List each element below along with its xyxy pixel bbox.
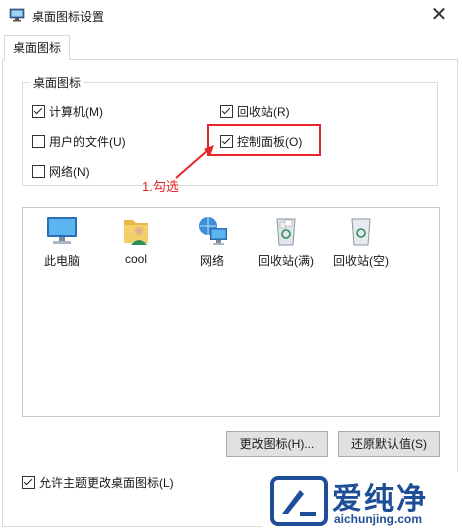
- change-icon-button[interactable]: 更改图标(H)...: [226, 431, 328, 457]
- checkbox-allow-themes-label: 允许主题更改桌面图标(L): [39, 476, 174, 490]
- checkbox-user-files-box[interactable]: [32, 135, 45, 148]
- annotation-label: 1.勾选: [142, 179, 179, 194]
- icon-item-recycle-bin-empty[interactable]: 回收站(空): [326, 214, 396, 269]
- checkbox-computer-box[interactable]: [32, 105, 45, 118]
- network-icon: [199, 217, 227, 245]
- title-bar: 桌面图标设置 ✕: [0, 0, 462, 32]
- checkbox-recycle-bin-label: 回收站(R): [237, 105, 290, 119]
- close-button[interactable]: ✕: [416, 0, 462, 30]
- checkbox-allow-themes[interactable]: 允许主题更改桌面图标(L): [22, 474, 174, 491]
- checkbox-computer[interactable]: 计算机(M): [32, 103, 103, 120]
- icon-item-recycle-bin-full[interactable]: 回收站(满): [251, 214, 321, 269]
- icon-item-label: 回收站(满): [258, 254, 314, 268]
- group-legend: 桌面图标: [30, 74, 85, 91]
- icon-item-label: 回收站(空): [333, 254, 389, 268]
- icon-item-network[interactable]: 网络: [177, 214, 247, 269]
- checkbox-network[interactable]: 网络(N): [32, 163, 90, 180]
- checkbox-recycle-bin-box[interactable]: [220, 105, 233, 118]
- checkbox-user-files[interactable]: 用户的文件(U): [32, 133, 126, 150]
- restore-default-button[interactable]: 还原默认值(S): [338, 431, 440, 457]
- watermark-logo-icon: [270, 476, 328, 526]
- window-title: 桌面图标设置: [32, 10, 105, 24]
- checkbox-recycle-bin[interactable]: 回收站(R): [220, 103, 290, 120]
- icon-item-label: 此电脑: [43, 254, 80, 268]
- icon-item-user-folder[interactable]: cool: [101, 214, 171, 266]
- icon-item-this-pc[interactable]: 此电脑: [27, 214, 97, 269]
- app-icon: [9, 8, 25, 22]
- icon-item-label: 网络: [199, 254, 224, 268]
- icon-item-label: cool: [124, 252, 147, 266]
- checkbox-computer-label: 计算机(M): [49, 105, 103, 119]
- checkbox-user-files-label: 用户的文件(U): [49, 135, 126, 149]
- checkbox-network-box[interactable]: [32, 165, 45, 178]
- watermark: 爱纯净 aichunjing.com: [262, 472, 462, 530]
- close-icon: ✕: [430, 4, 448, 26]
- watermark-url: aichunjing.com: [334, 512, 423, 526]
- checkbox-allow-themes-box[interactable]: [22, 476, 35, 489]
- user-folder-icon: [124, 220, 148, 245]
- recycle-bin-full-icon: [276, 218, 296, 246]
- checkbox-network-label: 网络(N): [49, 165, 90, 179]
- icon-list-view[interactable]: 此电脑 cool 网络 回收站(满) 回收站(空): [22, 207, 440, 417]
- recycle-bin-empty-icon: [351, 218, 371, 246]
- tab-label: 桌面图标: [12, 41, 61, 55]
- tab-desktop-icons[interactable]: 桌面图标: [4, 35, 70, 60]
- computer-icon: [47, 217, 77, 244]
- annotation-highlight-box: [207, 124, 321, 156]
